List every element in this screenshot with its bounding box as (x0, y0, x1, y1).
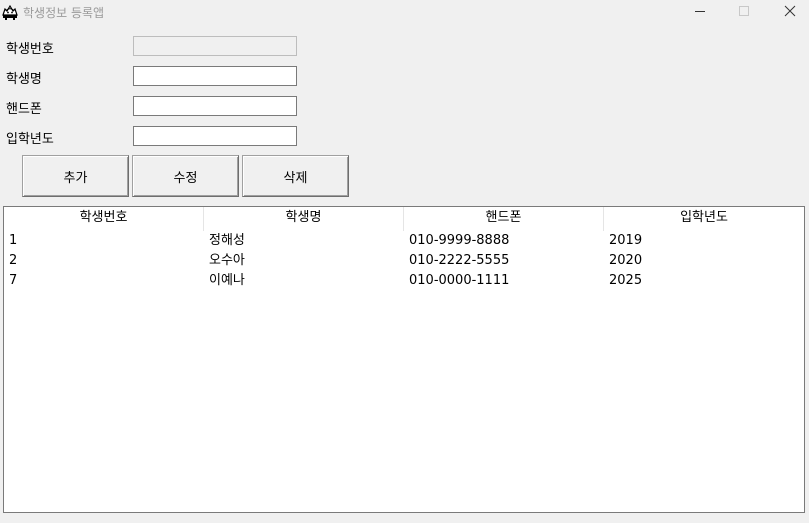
minimize-icon (694, 5, 706, 17)
admission-year-input[interactable] (133, 126, 297, 146)
cell-student-id: 1 (9, 233, 18, 248)
student-id-input[interactable] (133, 36, 297, 56)
cell-phone: 010-9999-8888 (409, 233, 510, 248)
gnu-app-icon (1, 3, 19, 21)
student-table[interactable]: 학생번호 학생명 핸드폰 입학년도 1 정해성 010-9999-8888 20… (3, 206, 805, 513)
maximize-icon (738, 5, 750, 17)
cell-admission-year: 2025 (609, 273, 643, 288)
cell-student-id: 7 (9, 273, 18, 288)
cell-student-name: 오수아 (209, 253, 245, 268)
column-header-phone[interactable]: 핸드폰 (404, 207, 604, 231)
table-header: 학생번호 학생명 핸드폰 입학년도 (4, 207, 804, 231)
table-body: 1 정해성 010-9999-8888 2019 2 오수아 010-2222-… (4, 231, 804, 291)
delete-button[interactable]: 삭제 (242, 155, 349, 197)
cell-admission-year: 2020 (609, 253, 643, 268)
table-row[interactable]: 1 정해성 010-9999-8888 2019 (4, 231, 804, 251)
close-icon (784, 5, 796, 17)
maximize-button[interactable] (721, 0, 767, 22)
add-button[interactable]: 추가 (22, 155, 129, 197)
cell-student-name: 이예나 (209, 273, 245, 288)
phone-label: 핸드폰 (6, 102, 42, 117)
admission-year-label: 입학년도 (6, 132, 54, 147)
table-row[interactable]: 7 이예나 010-0000-1111 2025 (4, 271, 804, 291)
cell-phone: 010-0000-1111 (409, 273, 510, 288)
column-header-admission-year[interactable]: 입학년도 (604, 207, 804, 231)
phone-input[interactable] (133, 96, 297, 116)
cell-student-name: 정해성 (209, 233, 245, 248)
student-name-input[interactable] (133, 66, 297, 86)
title-bar: 학생정보 등록앱 (0, 0, 809, 26)
edit-button[interactable]: 수정 (132, 155, 239, 197)
cell-phone: 010-2222-5555 (409, 253, 510, 268)
window-title: 학생정보 등록앱 (23, 6, 105, 20)
student-name-label: 학생명 (6, 72, 42, 87)
minimize-button[interactable] (677, 0, 723, 22)
cell-admission-year: 2019 (609, 233, 643, 248)
column-header-student-name[interactable]: 학생명 (204, 207, 404, 231)
column-header-student-id[interactable]: 학생번호 (4, 207, 204, 231)
student-id-label: 학생번호 (6, 42, 54, 57)
cell-student-id: 2 (9, 253, 18, 268)
table-row[interactable]: 2 오수아 010-2222-5555 2020 (4, 251, 804, 271)
close-button[interactable] (767, 0, 809, 22)
